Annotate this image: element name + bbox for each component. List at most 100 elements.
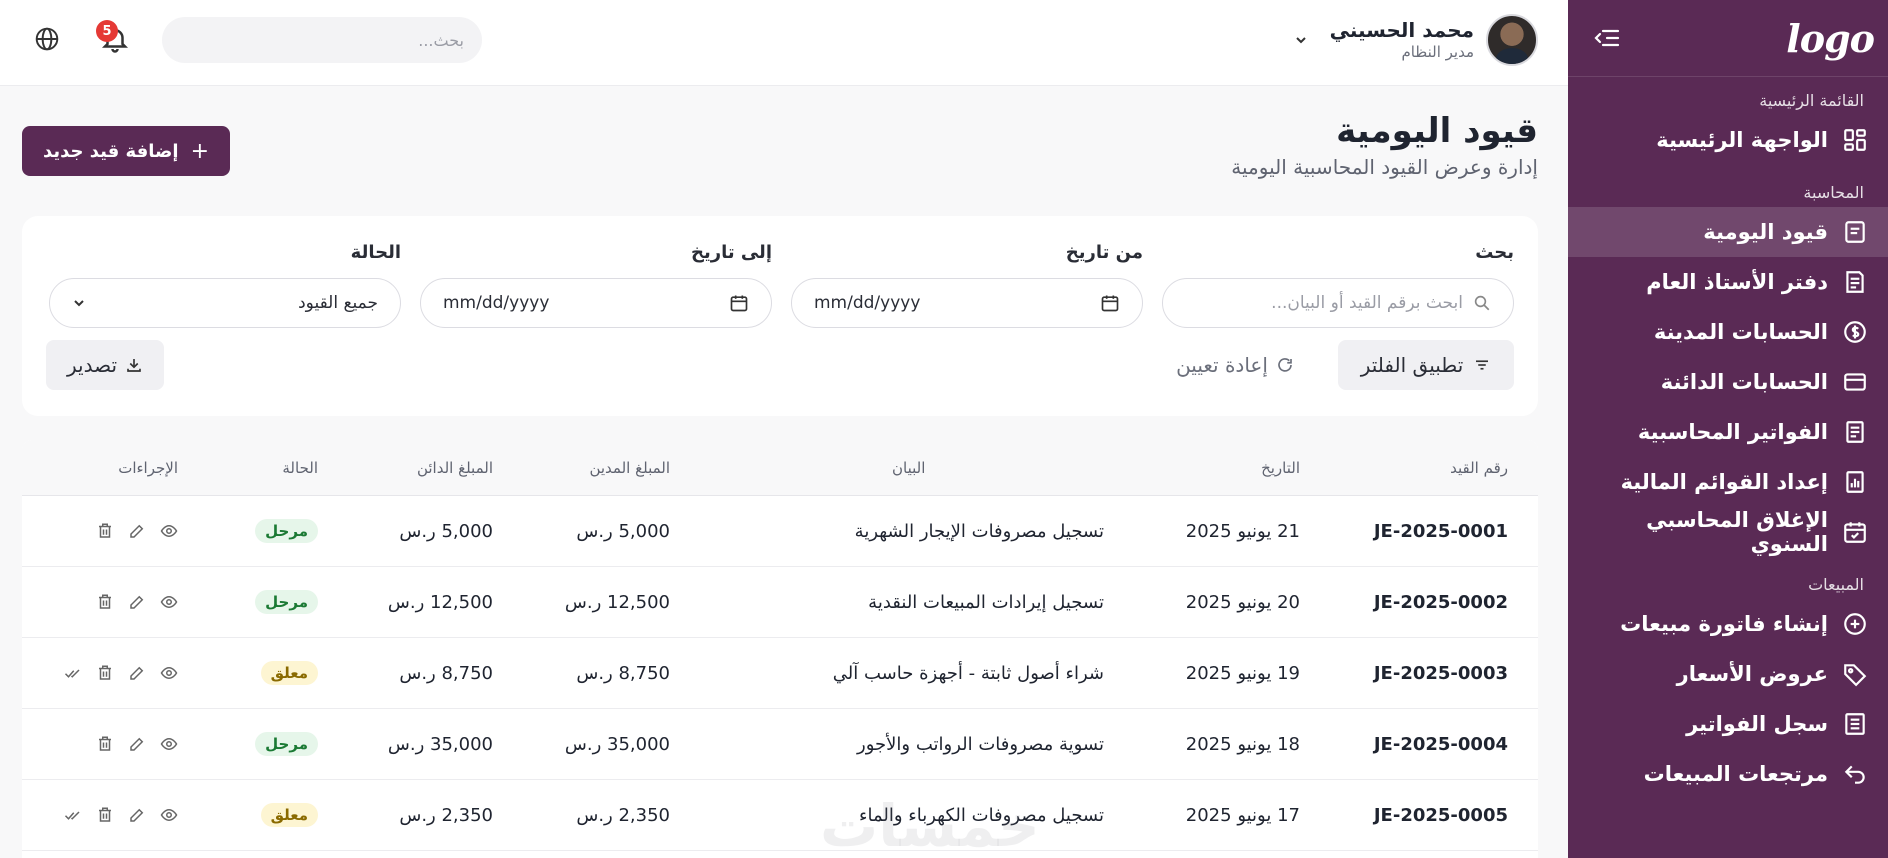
- from-date-placeholder: mm/dd/yyyy: [814, 293, 921, 313]
- dashboard-icon: [1844, 129, 1866, 151]
- apply-filter-button[interactable]: تطبيق الفلتر: [1338, 340, 1514, 390]
- col-status: الحالة: [282, 458, 318, 477]
- status-badge: مرحل: [255, 590, 318, 614]
- global-search-input[interactable]: [162, 17, 482, 63]
- sidebar-item-financial-statements[interactable]: إعداد القوائم المالية: [1568, 457, 1888, 507]
- entry-debit: 8,750 ر.س: [576, 662, 670, 684]
- entry-date: 19 يونيو 2025: [1185, 662, 1300, 684]
- col-debit: المبلغ المدين: [589, 458, 670, 477]
- collapse-sidebar-icon[interactable]: [1592, 23, 1622, 53]
- entry-date: 21 يونيو 2025: [1185, 520, 1300, 542]
- reset-label: إعادة تعيين: [1176, 353, 1268, 377]
- filter-icon: [1476, 360, 1489, 370]
- sidebar-header: logo: [1568, 0, 1888, 77]
- entry-debit: 5,000 ر.س: [576, 520, 670, 542]
- chevron-down-icon[interactable]: [1294, 33, 1308, 47]
- entry-date: 18 يونيو 2025: [1185, 733, 1300, 755]
- card-icon: [1844, 373, 1866, 391]
- view-icon[interactable]: [160, 522, 178, 540]
- sidebar-item-year-close[interactable]: الإغلاق المحاسبي السنوي: [1568, 507, 1888, 557]
- status-label: الحالة: [350, 242, 401, 263]
- ledger-icon: [1846, 271, 1864, 293]
- entry-credit: 5,000 ر.س: [399, 520, 493, 542]
- sidebar-item-receivables[interactable]: الحسابات المدينة: [1568, 307, 1888, 357]
- sidebar-item-dashboard[interactable]: الواجهة الرئيسية: [1568, 115, 1888, 165]
- logo: logo: [1786, 15, 1875, 61]
- avatar[interactable]: [1486, 14, 1538, 66]
- entry-id[interactable]: JE-2025-0001: [1374, 496, 1508, 566]
- table-row: JE-2025-0004 18 يونيو 2025 تسوية مصروفات…: [22, 709, 1538, 780]
- view-icon[interactable]: [160, 664, 178, 682]
- entry-date: 20 يونيو 2025: [1185, 591, 1300, 613]
- entry-id[interactable]: JE-2025-0005: [1374, 780, 1508, 850]
- col-desc: البيان: [892, 440, 1104, 495]
- edit-icon[interactable]: [128, 664, 146, 682]
- sidebar-item-label: سجل الفواتير: [1686, 712, 1828, 736]
- to-date-placeholder: mm/dd/yyyy: [443, 293, 550, 313]
- table-row: JE-2025-0005 17 يونيو 2025 تسجيل مصروفات…: [22, 780, 1538, 851]
- add-entry-button[interactable]: + إضافة قيد جديد: [22, 126, 230, 176]
- from-date-input[interactable]: mm/dd/yyyy: [791, 278, 1143, 328]
- sidebar-item-payables[interactable]: الحسابات الدائنة: [1568, 357, 1888, 407]
- approve-icon[interactable]: [64, 664, 82, 682]
- calendar-icon[interactable]: [729, 293, 749, 313]
- sidebar-item-invoice-log[interactable]: سجل الفواتير: [1568, 699, 1888, 749]
- filter-search: بحث ابحث برقم القيد أو البيان...: [1162, 242, 1514, 328]
- view-icon[interactable]: [160, 735, 178, 753]
- status-select[interactable]: جميع القيود: [49, 278, 401, 328]
- entry-credit: 35,000 ر.س: [387, 733, 493, 755]
- invoice-icon: [1846, 421, 1864, 443]
- top-header: محمد الحسيني مدير النظام 5: [0, 0, 1568, 86]
- user-name: محمد الحسيني: [1329, 18, 1474, 42]
- sidebar-item-label: الحسابات الدائنة: [1660, 370, 1828, 394]
- view-icon[interactable]: [160, 806, 178, 824]
- sidebar-section-main: القائمة الرئيسية: [1759, 91, 1864, 110]
- delete-icon[interactable]: [96, 806, 114, 824]
- sidebar-item-quotes[interactable]: عروض الأسعار: [1568, 649, 1888, 699]
- filter-to-date: إلى تاريخ mm/dd/yyyy: [420, 242, 772, 328]
- plus-icon: +: [190, 138, 210, 164]
- edit-icon[interactable]: [128, 806, 146, 824]
- delete-icon[interactable]: [96, 664, 114, 682]
- to-date-input[interactable]: mm/dd/yyyy: [420, 278, 772, 328]
- calendar-check-icon: [1844, 522, 1866, 543]
- sidebar-item-ledger[interactable]: دفتر الأستاذ العام: [1568, 257, 1888, 307]
- view-icon[interactable]: [160, 593, 178, 611]
- sidebar-item-label: إنشاء فاتورة مبيعات: [1620, 612, 1828, 636]
- entry-id[interactable]: JE-2025-0004: [1374, 709, 1508, 779]
- entry-debit: 2,350 ر.س: [576, 804, 670, 826]
- entry-credit: 12,500 ر.س: [387, 591, 493, 613]
- edit-icon[interactable]: [128, 522, 146, 540]
- export-button[interactable]: تصدير: [46, 340, 164, 390]
- status-badge: معلق: [260, 661, 318, 685]
- entry-id[interactable]: JE-2025-0002: [1374, 567, 1508, 637]
- entry-date: 17 يونيو 2025: [1185, 804, 1300, 826]
- filters-card: بحث ابحث برقم القيد أو البيان... من تاري…: [22, 216, 1538, 416]
- sidebar-item-sales-returns[interactable]: مرتجعات المبيعات: [1568, 749, 1888, 799]
- row-actions: [64, 638, 178, 708]
- search-placeholder: ابحث برقم القيد أو البيان...: [1271, 293, 1463, 313]
- delete-icon[interactable]: [96, 522, 114, 540]
- return-icon: [1844, 765, 1865, 784]
- edit-icon[interactable]: [128, 593, 146, 611]
- calendar-icon[interactable]: [1100, 293, 1120, 313]
- edit-icon[interactable]: [128, 735, 146, 753]
- entry-id[interactable]: JE-2025-0003: [1374, 638, 1508, 708]
- filter-search-input[interactable]: ابحث برقم القيد أو البيان...: [1162, 278, 1514, 328]
- filter-from-date: من تاريخ mm/dd/yyyy: [791, 242, 1143, 328]
- sidebar-item-journal[interactable]: قيود اليومية: [1568, 207, 1888, 257]
- approve-icon[interactable]: [64, 806, 82, 824]
- reset-button[interactable]: إعادة تعيين: [1160, 340, 1310, 390]
- col-date: التاريخ: [1261, 458, 1300, 477]
- globe-icon[interactable]: [34, 26, 60, 52]
- table-row: JE-2025-0001 21 يونيو 2025 تسجيل مصروفات…: [22, 496, 1538, 567]
- delete-icon[interactable]: [96, 735, 114, 753]
- sidebar-item-invoices[interactable]: الفواتير المحاسبية: [1568, 407, 1888, 457]
- dollar-circle-icon: [1844, 321, 1866, 343]
- row-actions: [96, 496, 178, 566]
- sidebar-item-create-invoice[interactable]: إنشاء فاتورة مبيعات: [1568, 599, 1888, 649]
- delete-icon[interactable]: [96, 593, 114, 611]
- entry-desc: تسجيل إيرادات المبيعات النقدية: [868, 591, 1104, 613]
- user-menu[interactable]: محمد الحسيني مدير النظام: [1294, 14, 1538, 66]
- col-credit: المبلغ الدائن: [416, 458, 493, 477]
